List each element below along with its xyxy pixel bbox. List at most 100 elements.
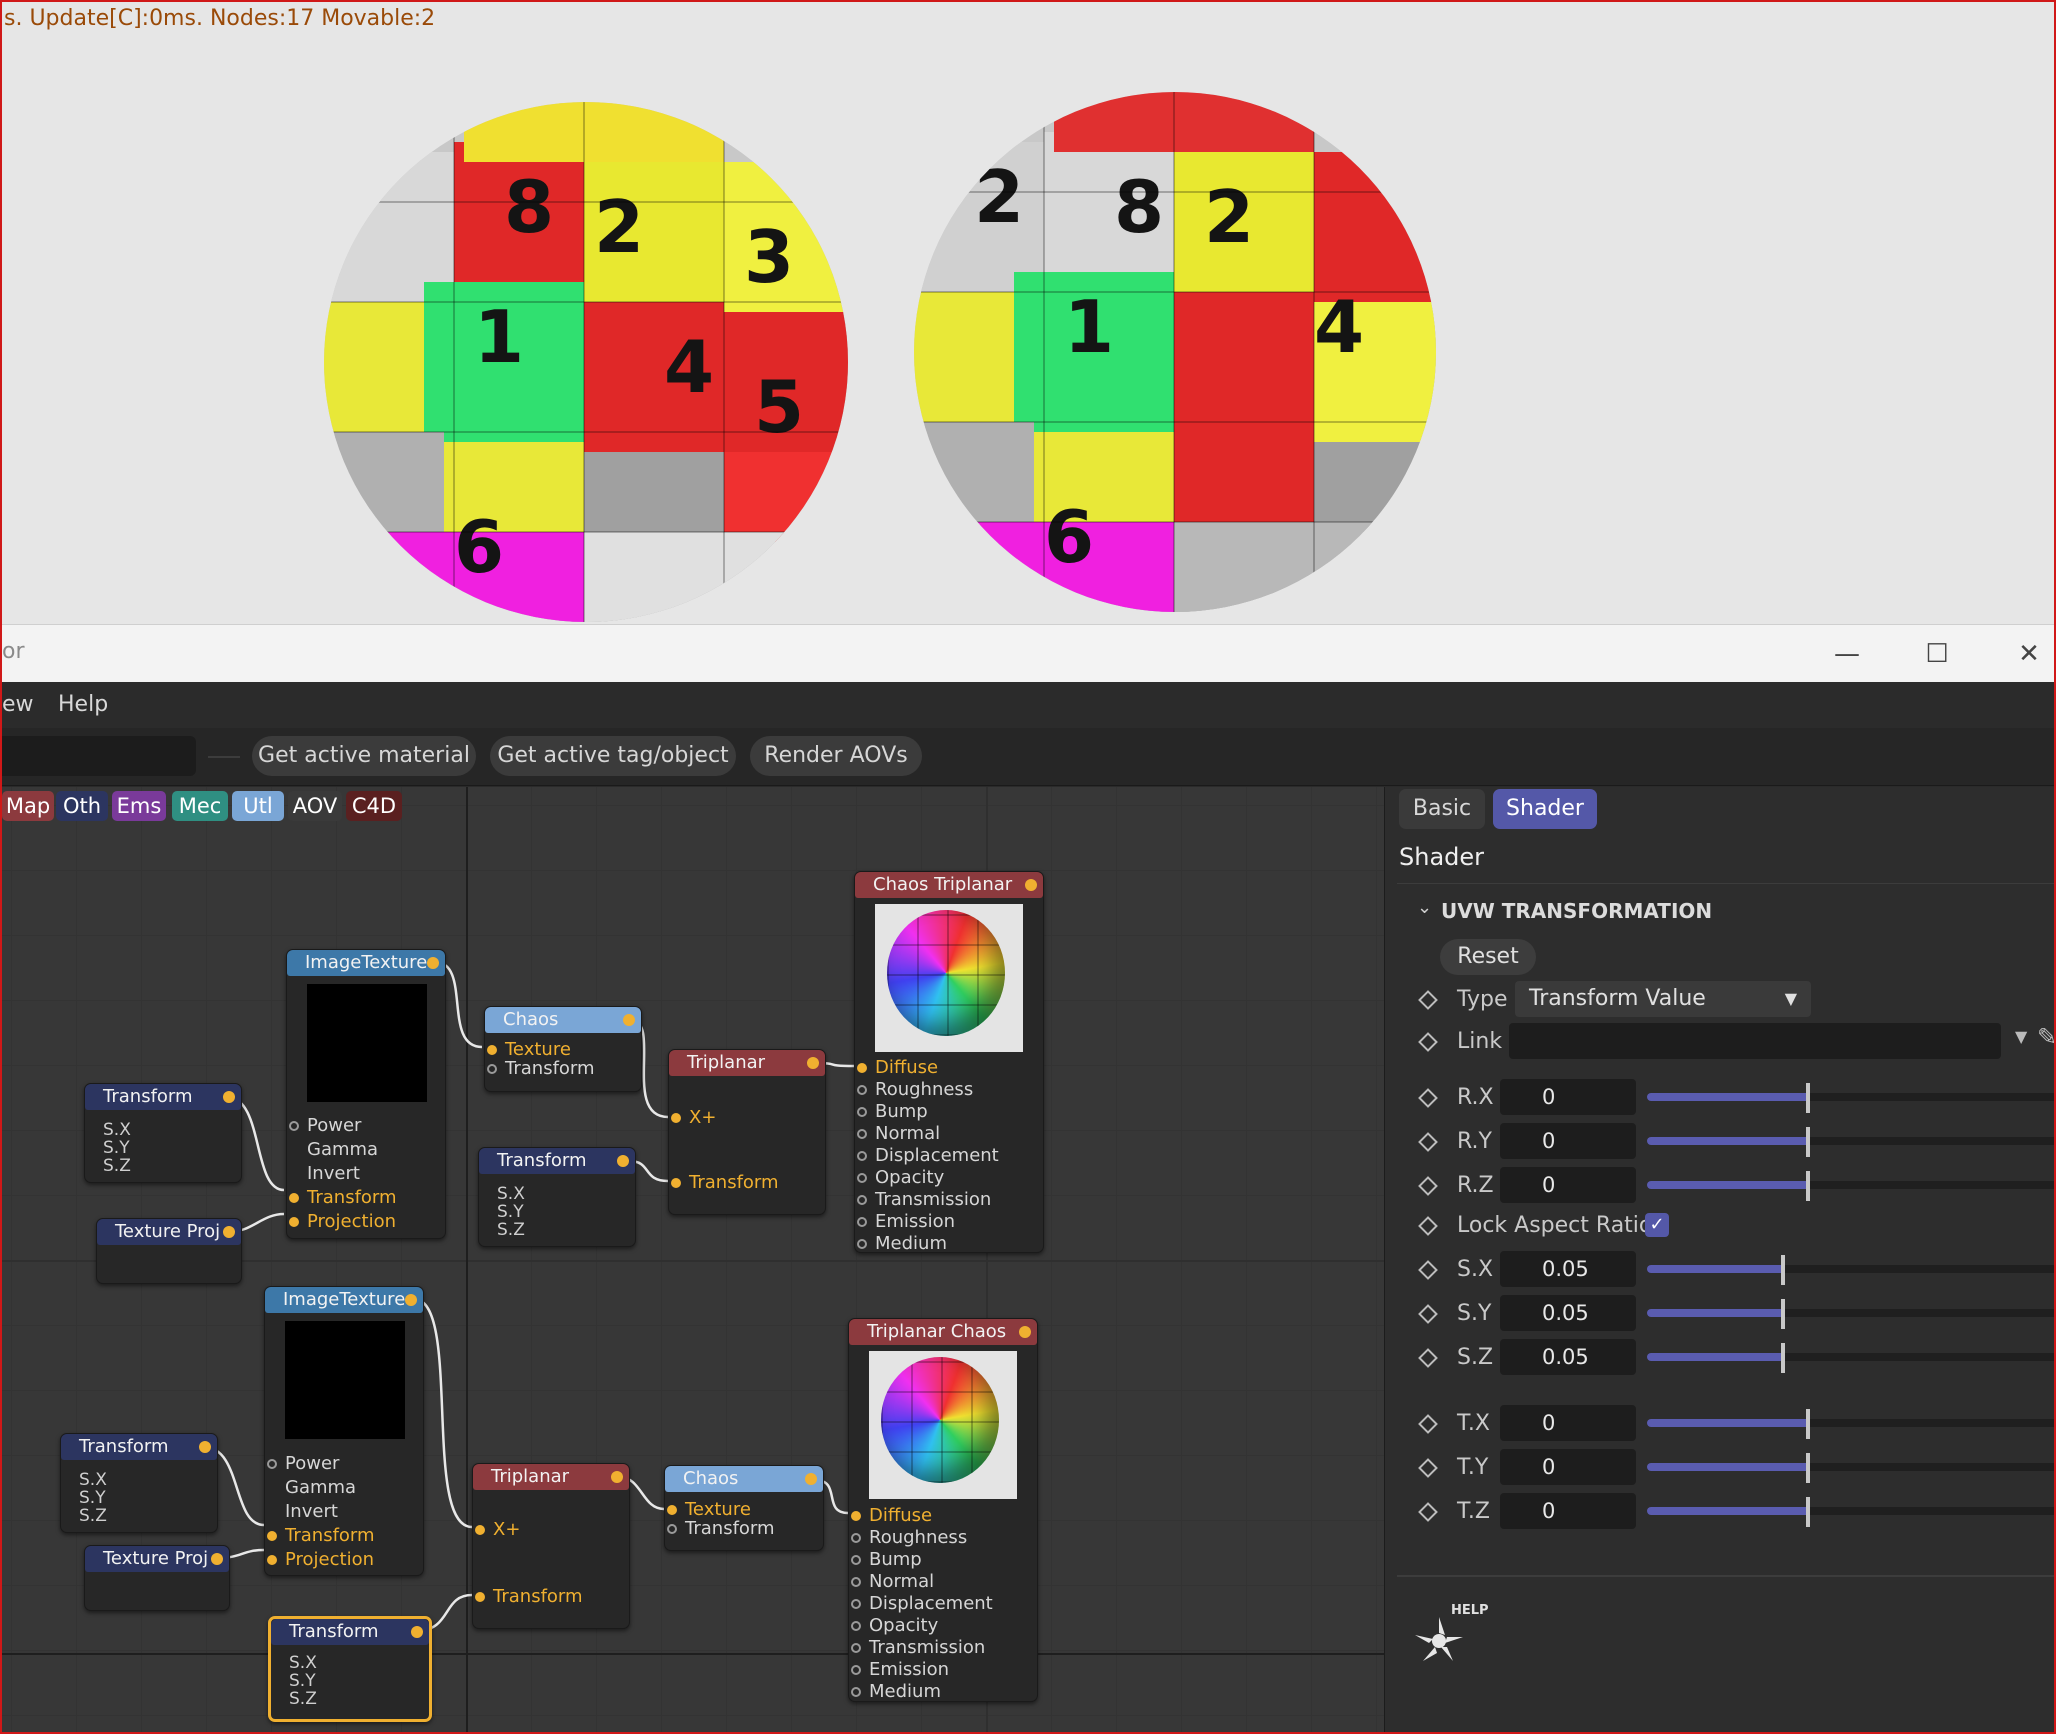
node-editor-canvas[interactable]: Map Oth Ems Mec Utl AOV C4D Transform S.… (2, 787, 1384, 1732)
tab-basic[interactable]: Basic (1399, 789, 1485, 829)
slider-handle[interactable] (1805, 1497, 1810, 1527)
category-c4d[interactable]: C4D (346, 791, 402, 821)
node-transform-2[interactable]: Transform S.X S.Y S.Z (478, 1147, 636, 1247)
node-transform-4-selected[interactable]: Transform S.X S.Y S.Z (268, 1616, 432, 1722)
get-active-material-button[interactable]: Get active material (252, 736, 476, 776)
pin-texture[interactable]: Texture (487, 1039, 571, 1060)
output-port[interactable] (405, 1294, 417, 1306)
param-value-sx[interactable]: 0.05 (1500, 1251, 1636, 1287)
pin-medium[interactable]: Medium (851, 1681, 941, 1702)
keyframe-diamond-icon[interactable] (1418, 1216, 1438, 1236)
output-port[interactable] (1019, 1326, 1031, 1338)
pin-emission[interactable]: Emission (851, 1659, 949, 1680)
slider-handle[interactable] (1805, 1453, 1810, 1483)
category-aov[interactable]: AOV (288, 791, 342, 821)
param-value-tx[interactable]: 0 (1500, 1405, 1636, 1441)
param-value-ty[interactable]: 0 (1500, 1449, 1636, 1485)
keyframe-diamond-icon[interactable] (1418, 1348, 1438, 1368)
search-input[interactable] (2, 736, 196, 776)
slider-handle[interactable] (1780, 1299, 1785, 1329)
pin-bump[interactable]: Bump (851, 1549, 922, 1570)
lock-aspect-ratio-checkbox[interactable]: ✓ (1645, 1213, 1669, 1237)
keyframe-diamond-icon[interactable] (1418, 1132, 1438, 1152)
minimize-button[interactable]: — (1824, 633, 1870, 675)
pin-transform[interactable]: Transform (475, 1586, 583, 1607)
node-chaos-triplanar-material[interactable]: Chaos Triplanar Diffuse Roughness Bump N… (854, 871, 1044, 1254)
slider-handle[interactable] (1805, 1127, 1810, 1157)
pin-transform[interactable]: Transform (289, 1187, 397, 1208)
tab-shader[interactable]: Shader (1493, 789, 1597, 829)
param-value-sy[interactable]: 0.05 (1500, 1295, 1636, 1331)
pin-normal[interactable]: Normal (851, 1571, 934, 1592)
pin-transform[interactable]: Transform (667, 1518, 775, 1539)
param-value-rx[interactable]: 0 (1500, 1079, 1636, 1115)
caret-down-icon[interactable]: ▼ (2015, 1027, 2027, 1046)
node-chaos-2[interactable]: Chaos Texture Transform (664, 1465, 824, 1551)
pin-medium[interactable]: Medium (857, 1233, 947, 1254)
category-map[interactable]: Map (2, 791, 54, 821)
keyframe-diamond-icon[interactable] (1418, 1304, 1438, 1324)
edit-pencil-icon[interactable]: ✎ (2037, 1023, 2054, 1051)
get-active-tag-object-button[interactable]: Get active tag/object (490, 736, 736, 776)
output-port[interactable] (623, 1014, 635, 1026)
pin-displacement[interactable]: Displacement (851, 1593, 993, 1614)
param-value-tz[interactable]: 0 (1500, 1493, 1636, 1529)
render-viewport[interactable]: s. Update[C]:0ms. Nodes:17 Movable:2 1 2… (2, 2, 2054, 624)
type-dropdown[interactable]: Transform Value ▼ (1515, 981, 1811, 1017)
pin-opacity[interactable]: Opacity (857, 1167, 944, 1188)
keyframe-diamond-icon[interactable] (1418, 1088, 1438, 1108)
param-slider-tx[interactable] (1647, 1409, 2054, 1439)
pin-invert[interactable]: Invert (307, 1163, 360, 1184)
param-slider-sz[interactable] (1647, 1343, 2054, 1373)
pin-roughness[interactable]: Roughness (851, 1527, 967, 1548)
section-uvw-transformation[interactable]: UVW TRANSFORMATION (1441, 899, 1712, 923)
param-value-rz[interactable]: 0 (1500, 1167, 1636, 1203)
pin-texture[interactable]: Texture (667, 1499, 751, 1520)
pin-power[interactable]: Power (267, 1453, 339, 1474)
param-slider-ty[interactable] (1647, 1453, 2054, 1483)
output-port[interactable] (199, 1441, 211, 1453)
keyframe-diamond-icon[interactable] (1418, 1458, 1438, 1478)
node-chaos-1[interactable]: Chaos Texture Transform (484, 1006, 642, 1092)
pin-diffuse[interactable]: Diffuse (857, 1057, 938, 1078)
pin-projection[interactable]: Projection (267, 1549, 374, 1570)
output-port[interactable] (211, 1553, 223, 1565)
output-port[interactable] (805, 1473, 817, 1485)
output-port[interactable] (223, 1226, 235, 1238)
pin-projection[interactable]: Projection (289, 1211, 396, 1232)
pin-displacement[interactable]: Displacement (857, 1145, 999, 1166)
node-triplanar-1[interactable]: Triplanar X+ Transform (668, 1049, 826, 1215)
output-port[interactable] (807, 1057, 819, 1069)
keyframe-diamond-icon[interactable] (1418, 1260, 1438, 1280)
slider-handle[interactable] (1805, 1083, 1810, 1113)
pin-emission[interactable]: Emission (857, 1211, 955, 1232)
node-image-texture-2[interactable]: ImageTexture Power Gamma Invert Transfor… (264, 1286, 424, 1576)
slider-handle[interactable] (1805, 1171, 1810, 1201)
keyframe-diamond-icon[interactable] (1418, 1032, 1438, 1052)
node-triplanar-2[interactable]: Triplanar X+ Transform (472, 1463, 630, 1629)
pin-transmission[interactable]: Transmission (857, 1189, 991, 1210)
pin-x-plus[interactable]: X+ (475, 1519, 520, 1540)
param-value-sz[interactable]: 0.05 (1500, 1339, 1636, 1375)
pin-transform[interactable]: Transform (267, 1525, 375, 1546)
close-button[interactable]: ✕ (2006, 633, 2052, 675)
keyframe-diamond-icon[interactable] (1418, 1502, 1438, 1522)
output-port[interactable] (617, 1155, 629, 1167)
pin-power[interactable]: Power (289, 1115, 361, 1136)
pin-x-plus[interactable]: X+ (671, 1107, 716, 1128)
keyframe-diamond-icon[interactable] (1418, 1176, 1438, 1196)
pin-bump[interactable]: Bump (857, 1101, 928, 1122)
param-value-ry[interactable]: 0 (1500, 1123, 1636, 1159)
pin-opacity[interactable]: Opacity (851, 1615, 938, 1636)
reset-button[interactable]: Reset (1440, 939, 1536, 975)
pin-normal[interactable]: Normal (857, 1123, 940, 1144)
pin-transmission[interactable]: Transmission (851, 1637, 985, 1658)
octane-logo-icon[interactable] (1409, 1609, 1469, 1669)
menu-help[interactable]: Help (58, 692, 108, 717)
node-texture-projection-2[interactable]: Texture Proj (84, 1545, 230, 1611)
maximize-button[interactable]: ☐ (1914, 633, 1960, 675)
pin-diffuse[interactable]: Diffuse (851, 1505, 932, 1526)
keyframe-diamond-icon[interactable] (1418, 1414, 1438, 1434)
pin-gamma[interactable]: Gamma (285, 1477, 356, 1498)
output-port[interactable] (223, 1091, 235, 1103)
